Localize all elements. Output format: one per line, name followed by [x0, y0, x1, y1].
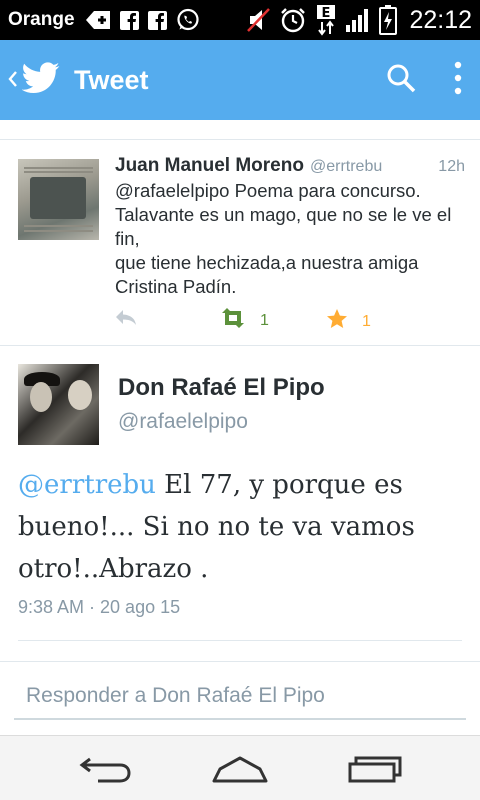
status-bar: Orange E 22:12 — [0, 0, 480, 40]
tweet-header: Juan Manuel Moreno @errtrebu 12h — [115, 155, 465, 177]
reply-icon — [114, 308, 138, 331]
battery-charging-icon — [379, 5, 398, 35]
star-icon — [326, 308, 348, 335]
search-icon[interactable] — [386, 63, 416, 97]
action-bar: Tweet — [0, 40, 480, 120]
facebook-icon — [119, 10, 139, 30]
retweet-icon — [220, 308, 246, 333]
mention-link[interactable]: @errtrebu — [18, 470, 156, 500]
system-nav-bar — [0, 735, 480, 800]
retweet-count: 1 — [260, 311, 269, 329]
nav-home-button[interactable] — [210, 754, 270, 788]
home-icon — [210, 754, 270, 788]
back-chevron-icon[interactable] — [8, 66, 18, 94]
favorite-button[interactable]: 1 — [326, 308, 371, 335]
back-arrow-icon — [78, 754, 134, 788]
tweet-text: @rafaelelpipo Poema para concurso. Talav… — [115, 180, 452, 297]
author-handle[interactable]: @rafaelelpipo — [118, 410, 248, 434]
tweet-time: 12h — [438, 158, 465, 175]
overflow-menu-icon[interactable] — [454, 61, 462, 99]
favorite-count: 1 — [362, 312, 371, 330]
alarm-icon — [279, 6, 307, 34]
data-e-icon: E — [315, 4, 337, 36]
tweet-actions: 1 1 — [0, 308, 480, 338]
signal-icon — [345, 7, 371, 33]
tweet-text: @errtrebu El 77, y porque es bueno!... S… — [18, 464, 468, 590]
reply-button[interactable] — [114, 308, 138, 331]
focused-tweet: Don Rafaé El Pipo @rafaelelpipo @errtreb… — [0, 347, 480, 661]
reply-tweet[interactable]: Juan Manuel Moreno @errtrebu 12h @rafael… — [0, 140, 480, 346]
avatar[interactable] — [18, 364, 99, 445]
whatsapp-icon — [176, 8, 200, 32]
nav-back-button[interactable] — [78, 754, 134, 788]
author-name[interactable]: Juan Manuel Moreno — [115, 155, 304, 177]
svg-text:E: E — [322, 6, 331, 21]
retweet-button[interactable]: 1 — [220, 308, 269, 333]
twitter-bird-icon[interactable] — [21, 62, 60, 98]
recents-icon — [346, 754, 404, 788]
reply-composer — [0, 661, 480, 735]
author-name[interactable]: Don Rafaé El Pipo — [118, 374, 325, 402]
nav-recents-button[interactable] — [346, 754, 404, 788]
mute-icon — [247, 7, 271, 33]
facebook-icon — [147, 10, 167, 30]
divider — [18, 640, 462, 641]
tweet-timestamp: 9:38 AM · 20 ago 15 — [18, 597, 181, 617]
page-title: Tweet — [74, 64, 149, 95]
previous-tweet-edge — [0, 120, 480, 140]
notification-icons — [85, 8, 200, 32]
avatar[interactable] — [18, 159, 99, 240]
usb-debug-icon — [85, 10, 111, 30]
clock: 22:12 — [409, 5, 472, 34]
system-icons: E 22:12 — [247, 4, 472, 36]
author-handle[interactable]: @errtrebu — [310, 158, 382, 176]
reply-input[interactable] — [14, 674, 466, 720]
carrier-label: Orange — [8, 9, 75, 30]
